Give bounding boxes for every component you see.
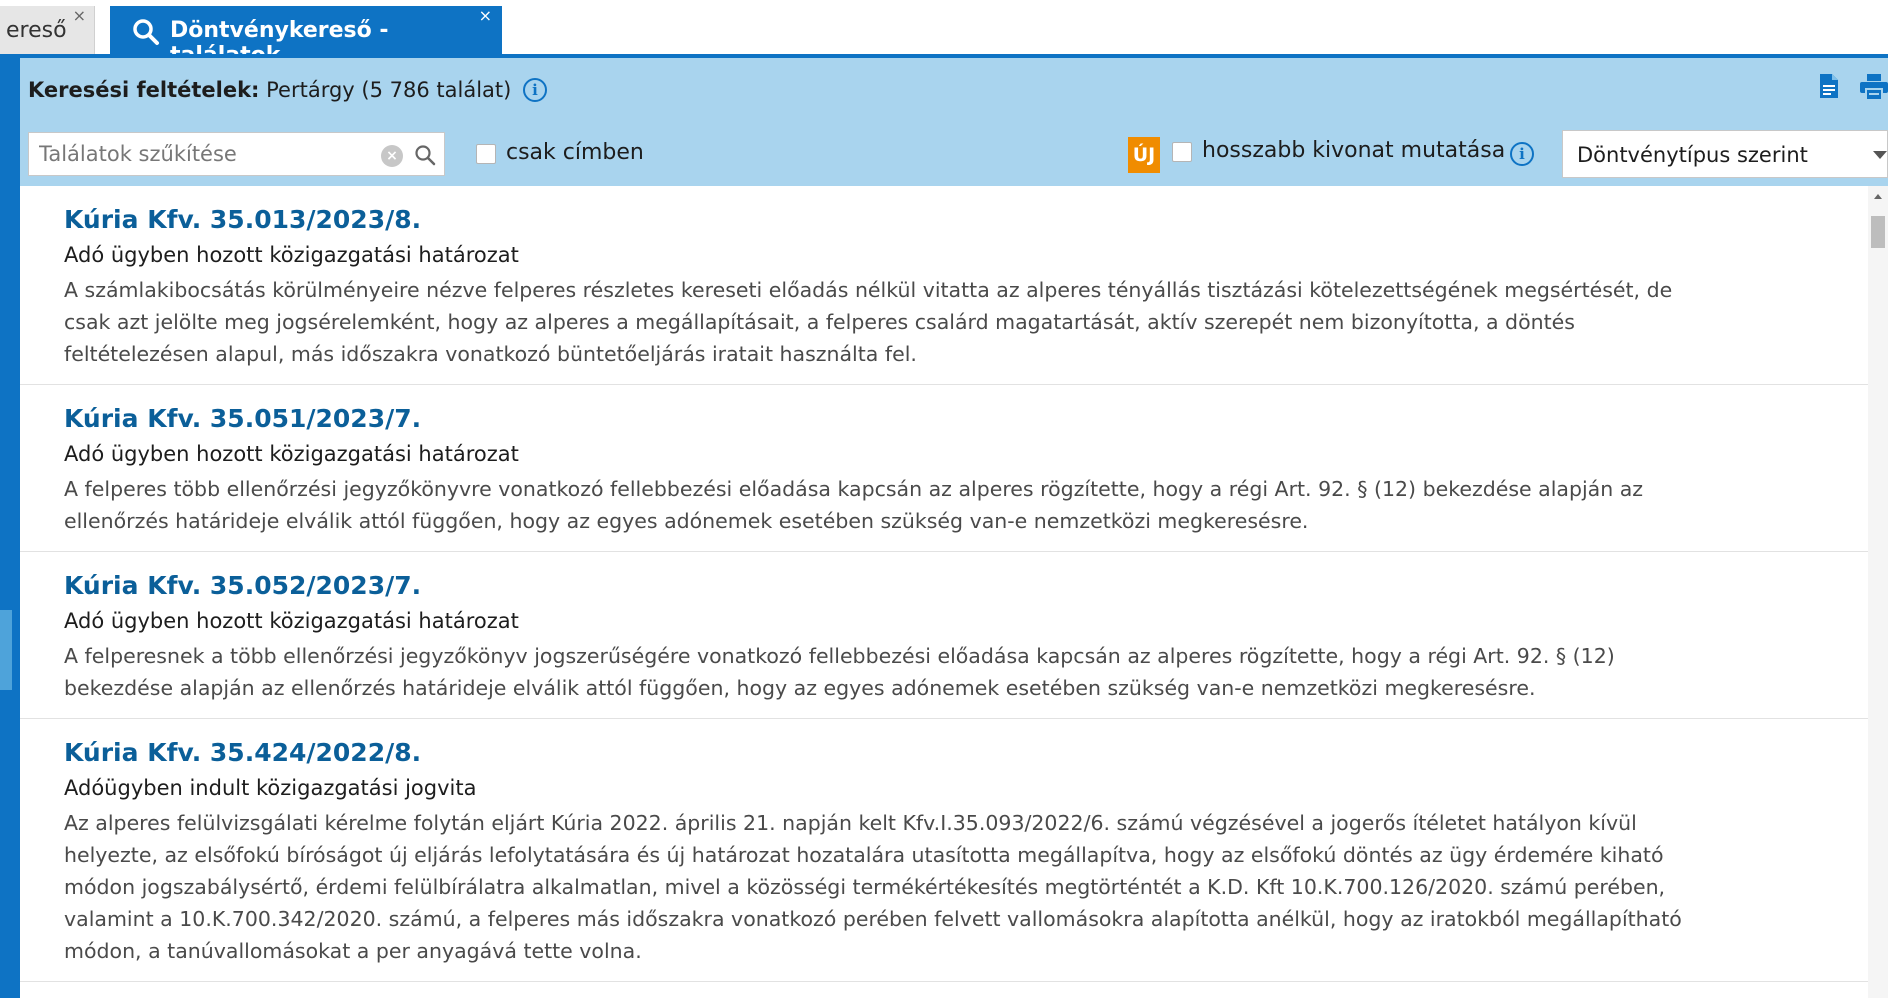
result-subtitle: Adóügyben indult közigazgatási jogvita (64, 776, 477, 800)
result-title-link[interactable]: Kúria Kfv. 35.013/2023/8. (64, 204, 1868, 236)
result-excerpt: Az alperes felülvizsgálati kérelme folyt… (64, 811, 1682, 963)
result-item: Kúria Kfv. 35.052/2023/7. Adó ügyben hoz… (20, 552, 1868, 719)
search-criteria-bar: Keresési feltételek: Pertárgy (5 786 tal… (20, 58, 1888, 186)
results-scrollbar[interactable] (1868, 186, 1888, 998)
result-item: Kúria Kfv. 35.051/2023/7. Adó ügyben hoz… (20, 385, 1868, 552)
result-subtitle: Adó ügyben hozott közigazgatási határoza… (64, 442, 519, 466)
result-excerpt: A felperes több ellenőrzési jegyzőkönyvr… (64, 477, 1644, 533)
search-criteria-text: Keresési feltételek: Pertárgy (5 786 tal… (28, 78, 511, 102)
result-title-link[interactable]: Kúria Kfv. 35.052/2023/7. (64, 570, 1868, 602)
results-filter-field[interactable]: × (28, 132, 445, 176)
criteria-label: Keresési feltételek: (28, 78, 260, 102)
result-title-link[interactable]: Kúria Kfv. 35.424/2022/8. (64, 737, 1868, 769)
info-icon[interactable]: i (1510, 142, 1534, 166)
clear-icon[interactable]: × (381, 145, 403, 167)
result-subtitle: Adó ügyben hozott közigazgatási határoza… (64, 243, 519, 267)
sort-select[interactable]: Döntvénytípus szerint (1562, 130, 1888, 178)
info-icon[interactable]: i (523, 78, 547, 102)
results-filter-input[interactable] (29, 133, 369, 175)
tab-kereso[interactable]: ereső × (0, 6, 95, 54)
close-icon[interactable]: × (73, 6, 86, 25)
chevron-down-icon (1873, 151, 1887, 159)
result-title-link[interactable]: Kúria Kfv. 35.051/2023/7. (64, 403, 1868, 435)
tab-label: ereső (6, 18, 67, 43)
close-icon[interactable]: × (479, 6, 492, 25)
left-panel-edge (0, 58, 20, 998)
scrollbar-thumb[interactable] (1871, 216, 1885, 248)
scroll-up-arrow-icon[interactable] (1874, 194, 1882, 199)
result-item: Kúria Kfv. 35.424/2022/8. Adóügyben indu… (20, 719, 1868, 982)
criteria-value: Pertárgy (5 786 találat) (266, 78, 512, 102)
new-badge: ÚJ (1128, 137, 1160, 173)
tab-dontvenykereso-talalatok[interactable]: Döntvénykereső - találatok × (110, 6, 502, 68)
tab-bar: ereső × Döntvénykereső - találatok × (0, 0, 1888, 68)
title-only-label[interactable]: csak címben (506, 140, 644, 165)
longer-excerpt-checkbox[interactable] (1172, 142, 1192, 162)
search-icon[interactable] (413, 143, 437, 167)
longer-excerpt-label[interactable]: hosszabb kivonat mutatása (1202, 138, 1505, 163)
panel-resize-handle[interactable] (0, 610, 12, 690)
document-icon[interactable] (1820, 74, 1838, 98)
results-list: Kúria Kfv. 35.013/2023/8. Adó ügyben hoz… (20, 186, 1868, 998)
result-excerpt: A felperesnek a több ellenőrzési jegyzők… (64, 644, 1615, 700)
print-icon[interactable] (1860, 74, 1888, 100)
result-excerpt: A számlakibocsátás körülményeire nézve f… (64, 278, 1673, 366)
search-icon (133, 19, 159, 45)
result-subtitle: Adó ügyben hozott közigazgatási határoza… (64, 609, 519, 633)
title-only-checkbox[interactable] (476, 144, 496, 164)
sort-selected-value: Döntvénytípus szerint (1577, 143, 1808, 167)
result-item: Kúria Kfv. 35.013/2023/8. Adó ügyben hoz… (20, 186, 1868, 385)
